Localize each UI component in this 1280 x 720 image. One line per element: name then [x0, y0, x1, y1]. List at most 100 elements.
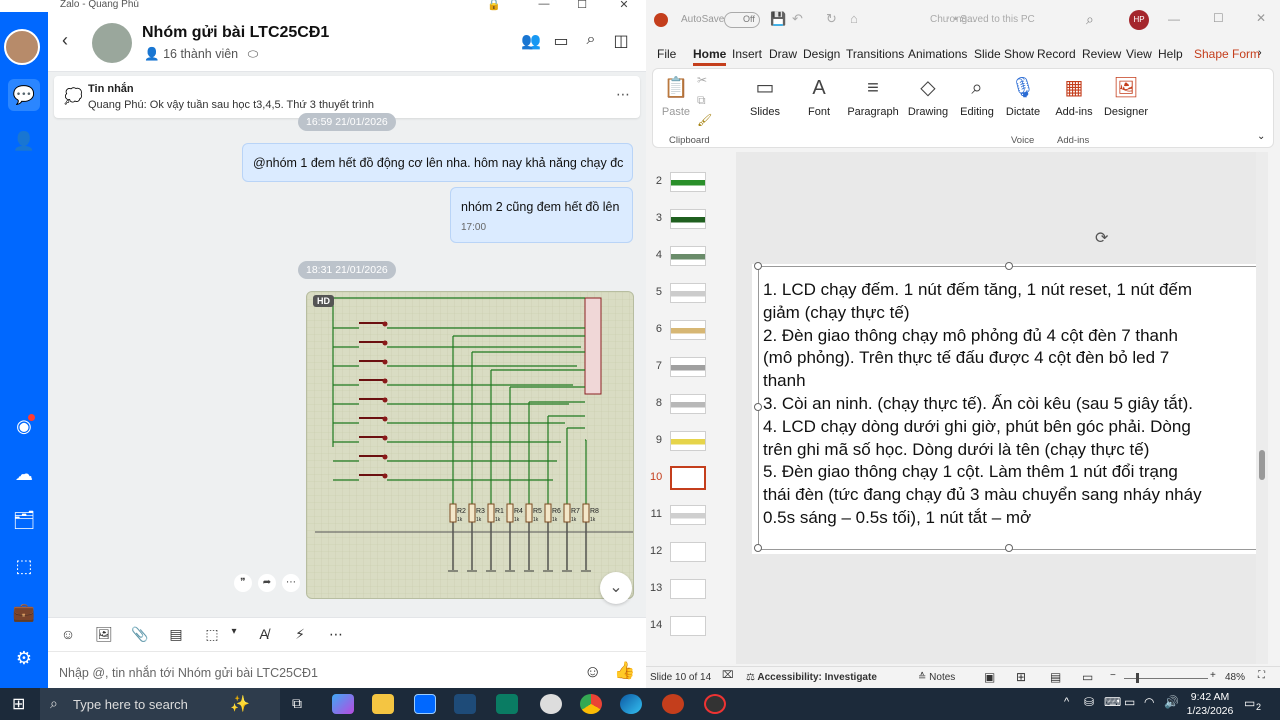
tab-record[interactable]: Record [1037, 47, 1076, 61]
recorder-icon[interactable] [704, 694, 726, 714]
image-message[interactable]: R2 1k R3 1k R1 1k R4 1k R5 1k R6 1k R7 1k R8 1k HD [306, 291, 634, 599]
cut-icon[interactable]: ✂ [697, 73, 707, 87]
slide-text-line[interactable]: 3. Còi an ninh. (chạy thực tế). Ấn còi k… [763, 393, 1193, 416]
slideshow-icon[interactable]: ▭ [1082, 670, 1093, 684]
sidebar-toggle-icon[interactable]: ◫ [610, 31, 632, 53]
sticker-icon[interactable]: ☺ [58, 626, 78, 644]
slide-text-line[interactable]: giảm (chạy thực tế) [763, 302, 909, 325]
back-arrow-icon[interactable]: ‹ [62, 30, 68, 51]
logisim-icon[interactable] [454, 694, 476, 714]
slide-text-line[interactable]: 0.5s sáng – 0.5s tối), 1 nút tắt – mở [763, 507, 1031, 530]
minimize-button[interactable]: — [1168, 12, 1180, 26]
spellcheck-icon[interactable]: ⌧ [722, 670, 734, 681]
tab-help[interactable]: Help [1158, 47, 1183, 61]
tab-review[interactable]: Review [1082, 47, 1121, 61]
app-icon[interactable] [540, 694, 562, 714]
collapse-ribbon-icon[interactable]: ⌄ [1257, 131, 1265, 142]
notification-icon[interactable]: ▭ [1244, 696, 1255, 710]
messages-icon[interactable]: 💬 [8, 79, 40, 111]
slide-text-line[interactable]: 2. Đèn giao thông chạy mô phỏng đủ 4 cột… [763, 325, 1178, 348]
tab-insert[interactable]: Insert [732, 47, 762, 61]
battery-icon[interactable]: ▭ [1124, 695, 1135, 709]
vertical-scrollbar[interactable] [1256, 152, 1268, 664]
redo-icon[interactable]: ↻ [826, 11, 837, 27]
chrome-icon[interactable] [580, 694, 602, 714]
slides-button[interactable]: ▭ Slides [745, 73, 785, 118]
slide-thumbnail[interactable] [670, 466, 706, 490]
attachment-icon[interactable]: 📎 [130, 626, 150, 644]
slide-thumbnail[interactable] [670, 283, 706, 303]
chevron-right-icon[interactable]: › [1258, 47, 1262, 59]
zcloud-icon[interactable]: ☁ [8, 458, 40, 490]
slide-thumbnail[interactable] [670, 246, 706, 266]
slide-thumbnail[interactable] [670, 320, 706, 340]
accessibility-status[interactable]: ⚖ Accessibility: Investigate [746, 672, 877, 683]
image-icon[interactable]: 🖼 [94, 626, 114, 644]
message-input[interactable]: Nhập @, tin nhắn tới Nhóm gửi bài LTC25C… [59, 666, 318, 680]
cloud-folder-icon[interactable]: 🗂 [8, 504, 40, 536]
tab-shape-format[interactable]: Shape Form [1194, 47, 1260, 61]
dictate-button[interactable]: 🎙 Dictate [1003, 73, 1043, 118]
screenshot-icon[interactable]: ⬚ [8, 550, 40, 582]
slide-thumbnail[interactable] [670, 431, 706, 451]
quote-icon[interactable]: ❞ [234, 574, 252, 592]
undo-icon[interactable]: ↶ [792, 11, 803, 27]
customize-icon[interactable]: ⌂ [850, 11, 858, 26]
pinned-message[interactable]: 💭 Tin nhắn Quang Phú: Ok vậy tuần sau họ… [54, 76, 640, 118]
zoom-in-button[interactable]: + [1210, 670, 1216, 681]
volume-icon[interactable]: 🔊 [1164, 695, 1179, 709]
thumbs-up-icon[interactable]: 👍 [614, 661, 635, 681]
screenshot-crop-icon[interactable]: ⬚ [202, 626, 222, 644]
copy-icon[interactable]: ⧉ [697, 93, 706, 108]
toolbox-icon[interactable]: 💼 [8, 596, 40, 628]
save-icon[interactable]: 💾 [770, 11, 786, 27]
my-avatar[interactable] [4, 29, 40, 65]
slide-text-line[interactable]: 4. LCD chạy dòng dưới ghi giờ, phút bên … [763, 416, 1191, 439]
slide-thumbnail[interactable] [670, 505, 706, 525]
more-options-icon[interactable]: ⋯ [616, 86, 630, 103]
slide-text-line[interactable]: 5. Đèn giao thông chạy 1 cột. Làm thêm 1… [763, 461, 1178, 484]
message-bubble[interactable]: nhóm 2 cũng đem hết đồ lên 17:00 [450, 187, 633, 243]
resize-handle[interactable] [754, 544, 762, 552]
wifi-icon[interactable]: ◠ [1144, 695, 1154, 709]
format-painter-icon[interactable]: 🖌 [697, 113, 712, 127]
tray-app-icon[interactable]: ⛁ [1084, 695, 1094, 709]
add-member-icon[interactable]: 👥 [520, 31, 542, 53]
notes-button[interactable]: ≙ Notes [918, 672, 955, 683]
clock[interactable]: 9:42 AM 1/23/2026 [1184, 690, 1236, 718]
tray-chevron-icon[interactable]: ^ [1064, 696, 1069, 708]
copilot-icon[interactable] [332, 694, 354, 714]
group-name[interactable]: Nhóm gửi bài LTC25CĐ1 [142, 24, 329, 42]
slide-text-line[interactable]: 1. LCD chạy đếm. 1 nút đếm tăng, 1 nút r… [763, 279, 1192, 302]
windows-start-icon[interactable]: ⊞ [12, 694, 25, 714]
tag-icon[interactable]: ⬭ [248, 47, 259, 61]
zalo-taskbar-icon[interactable] [414, 694, 436, 714]
resize-handle[interactable] [1005, 544, 1013, 552]
autosave-toggle[interactable]: Off [724, 12, 760, 28]
minimize-button[interactable]: — [532, 0, 556, 12]
edge-icon[interactable] [620, 694, 642, 714]
tab-home[interactable]: Home [693, 47, 727, 66]
member-count[interactable]: 👤 16 thành viên ⬭ [144, 47, 258, 62]
more-actions-icon[interactable]: ⋯ [326, 626, 346, 644]
taskbar-search[interactable]: ⌕ Type here to search ✨ [40, 688, 280, 720]
slide-thumbnail[interactable] [670, 542, 706, 562]
search-icon[interactable]: ⌕ [1086, 11, 1094, 28]
lock-icon[interactable]: 🔒 [482, 0, 506, 12]
task-view-icon[interactable]: ⧉ [292, 695, 302, 712]
slide-thumbnail[interactable] [670, 172, 706, 192]
resize-handle[interactable] [1005, 262, 1013, 270]
addins-button[interactable]: ▦ Add-ins [1051, 73, 1097, 118]
slide-canvas[interactable]: 1. LCD chạy đếm. 1 nút đếm tăng, 1 nút r… [752, 262, 1264, 554]
message-composer[interactable]: Nhập @, tin nhắn tới Nhóm gửi bài LTC25C… [48, 651, 646, 688]
editing-button[interactable]: ⌕ Editing [955, 73, 999, 118]
slide-text-line[interactable]: thanh [763, 370, 806, 393]
slide-text-line[interactable]: (mô phỏng). Trên thực tế đấu được 4 cột … [763, 347, 1169, 370]
resize-handle[interactable] [754, 262, 762, 270]
emoji-icon[interactable]: ☺ [584, 662, 601, 682]
zoom-out-button[interactable]: − [1110, 670, 1116, 681]
user-avatar[interactable]: HP [1129, 10, 1149, 30]
tab-file[interactable]: File [657, 47, 676, 61]
zalo-video-icon[interactable]: ◉ [8, 410, 40, 442]
settings-icon[interactable]: ⚙ [8, 642, 40, 674]
